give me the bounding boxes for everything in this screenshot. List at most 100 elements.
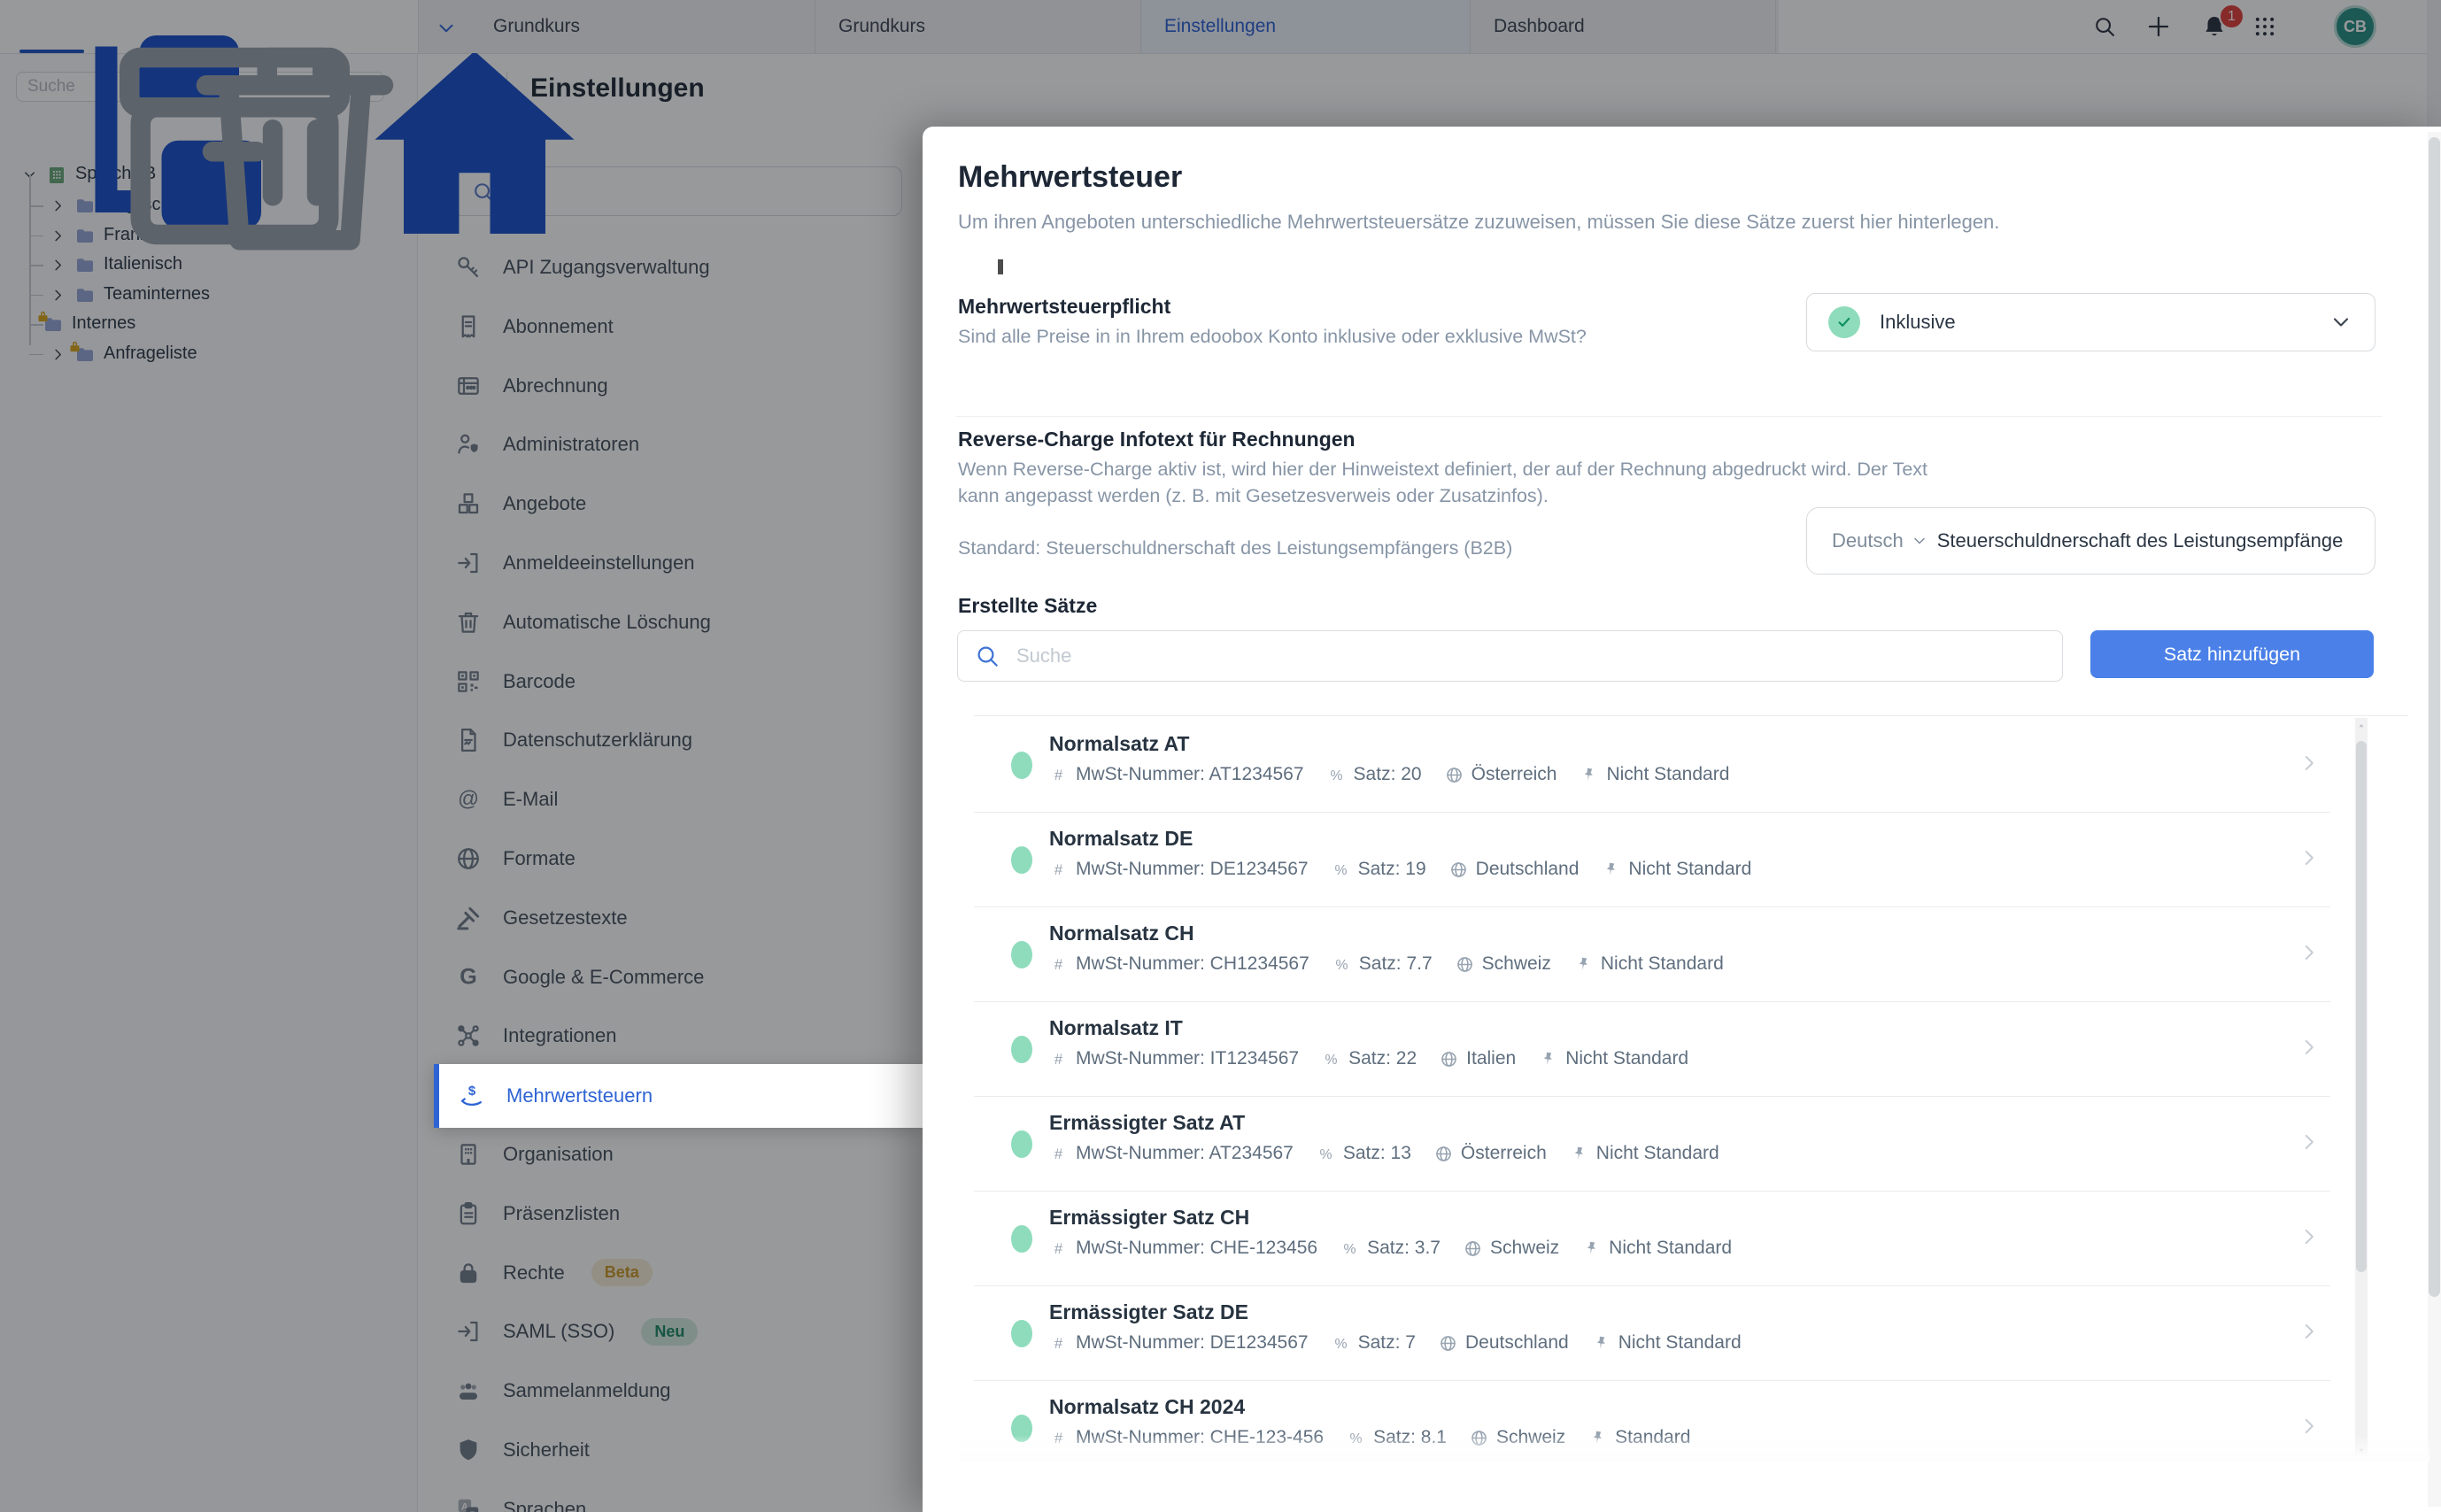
svg-text:%: % xyxy=(1334,1336,1347,1351)
sidebar-item-mehrwertsteuern-active[interactable]: $ Mehrwertsteuern xyxy=(434,1064,923,1128)
percent-icon: % xyxy=(1327,766,1346,784)
svg-text:#: # xyxy=(1054,860,1063,877)
active-item-indicator xyxy=(434,1064,439,1128)
rate-meta-text: Satz: 13 xyxy=(1343,1143,1411,1164)
pin-icon xyxy=(1582,1239,1601,1258)
chevron-right-icon[interactable] xyxy=(2298,941,2321,964)
rate-meta-text: Satz: 7 xyxy=(1358,1332,1416,1354)
globe-icon xyxy=(1445,766,1464,784)
reverse-charge-description: Wenn Reverse-Charge aktiv ist, wird hier… xyxy=(958,457,1950,509)
chevron-right-icon[interactable] xyxy=(2298,1130,2321,1153)
active-item-label: Mehrwertsteuern xyxy=(506,1084,653,1107)
rate-row-erm-ssigter-satz-at[interactable]: Ermässigter Satz AT # MwSt-Nummer: AT23456… xyxy=(974,1097,2408,1192)
svg-text:%: % xyxy=(1325,1052,1338,1067)
svg-text:#: # xyxy=(1054,1239,1063,1256)
vat-liability-heading: Mehrwertsteuerpflicht xyxy=(958,295,1170,319)
rate-row-erm-ssigter-satz-ch[interactable]: Ermässigter Satz CH#MwSt-Nummer: CHE-123… xyxy=(974,1192,2408,1286)
rate-meta-text: MwSt-Nummer: IT1234567 xyxy=(1076,1048,1299,1069)
svg-text:#: # xyxy=(1054,955,1063,972)
chevron-right-icon[interactable] xyxy=(2298,1036,2321,1059)
percent-icon: % xyxy=(1322,1050,1340,1068)
chevron-right-icon[interactable] xyxy=(2298,752,2321,775)
rate-meta-text: Nicht Standard xyxy=(1628,859,1751,880)
globe-icon xyxy=(1456,955,1474,974)
rate-meta: # MwSt-Nummer: IT1234567% Satz: 22 Italien N… xyxy=(1049,1048,1688,1069)
section-divider xyxy=(956,416,2382,417)
list-scrollbar-thumb[interactable] xyxy=(2356,741,2367,1272)
language-value: Deutsch xyxy=(1832,529,1904,552)
rate-meta-text: Satz: 7.7 xyxy=(1359,953,1433,975)
vat-settings-panel: Mehrwertsteuer Um ihren Angeboten unters… xyxy=(923,127,2441,1512)
language-selector[interactable]: Deutsch xyxy=(1832,529,1928,552)
pin-icon xyxy=(1574,955,1593,974)
rate-meta: # MwSt-Nummer: CH1234567% Satz: 7.7 Schweiz… xyxy=(1049,953,1724,975)
rate-meta-text: Italien xyxy=(1466,1048,1516,1069)
svg-text:%: % xyxy=(1344,1241,1356,1256)
globe-icon xyxy=(1440,1050,1458,1068)
scroll-up-icon[interactable] xyxy=(2356,721,2367,730)
rate-meta-text: MwSt-Nummer: AT1234567 xyxy=(1076,764,1304,785)
rate-meta-text: Österreich xyxy=(1472,764,1557,785)
vat-liability-value: Inklusive xyxy=(1880,311,2309,334)
rate-meta-text: Satz: 20 xyxy=(1354,764,1422,785)
rate-name: Normalsatz CH xyxy=(1049,922,1194,945)
pin-icon xyxy=(1539,1050,1557,1068)
rate-row-normalsatz-it[interactable]: Normalsatz IT # MwSt-Nummer: IT1234567% Sat… xyxy=(974,1002,2408,1097)
created-rates-heading: Erstellte Sätze xyxy=(958,594,1097,618)
reverse-charge-text-field[interactable]: Deutsch Steuerschuldnerschaft des Leistu… xyxy=(1806,507,2375,575)
percent-icon: % xyxy=(1332,1334,1350,1353)
rate-meta-text: MwSt-Nummer: CH1234567 xyxy=(1076,953,1309,975)
rate-meta: #MwSt-Nummer: DE1234567%Satz: 7Deutschla… xyxy=(1049,1332,1742,1354)
rate-row-erm-ssigter-satz-de[interactable]: Ermässigter Satz DE # MwSt-Nummer: DE12345… xyxy=(974,1286,2408,1381)
svg-text:#: # xyxy=(1054,766,1063,783)
rate-meta-text: Nicht Standard xyxy=(1565,1048,1688,1069)
svg-text:%: % xyxy=(1334,862,1347,877)
vat-liability-select[interactable]: Inklusive xyxy=(1806,293,2375,351)
pin-icon xyxy=(1592,1334,1611,1353)
svg-text:#: # xyxy=(1054,1334,1063,1351)
svg-text:%: % xyxy=(1330,768,1342,783)
rate-meta-text: Nicht Standard xyxy=(1601,953,1724,975)
pin-icon xyxy=(1602,860,1620,879)
rate-meta-text: Deutschland xyxy=(1476,859,1580,880)
rate-meta-text: MwSt-Nummer: DE1234567 xyxy=(1076,1332,1309,1354)
rate-meta-text: Satz: 19 xyxy=(1358,859,1426,880)
rate-row-normalsatz-at[interactable]: Normalsatz AT#MwSt-Nummer: AT1234567%Sat… xyxy=(974,718,2408,813)
rate-meta: #MwSt-Nummer: DE1234567%Satz: 19Deutschl… xyxy=(1049,859,1751,880)
add-rate-button[interactable]: Satz hinzufügen xyxy=(2090,630,2374,678)
rate-row-normalsatz-ch[interactable]: Normalsatz CH # MwSt-Nummer: CH1234567% Sat… xyxy=(974,907,2408,1002)
rate-meta-text: Satz: 22 xyxy=(1348,1048,1417,1069)
status-dot xyxy=(1011,1320,1032,1347)
hash-icon: # xyxy=(1049,860,1068,879)
text-cursor-artifact xyxy=(998,259,1003,274)
chevron-right-icon[interactable] xyxy=(2298,846,2321,869)
rate-name: Normalsatz IT xyxy=(1049,1016,1183,1040)
rate-name: Ermässigter Satz AT xyxy=(1049,1111,1245,1135)
chevron-right-icon[interactable] xyxy=(2298,1225,2321,1248)
rates-search-input[interactable] xyxy=(1015,644,2046,668)
rates-search[interactable] xyxy=(957,630,2063,682)
globe-icon xyxy=(1449,860,1468,879)
panel-scrollbar-thumb[interactable] xyxy=(2429,137,2440,1297)
hash-icon: # xyxy=(1049,1050,1068,1068)
rate-row-normalsatz-de[interactable]: Normalsatz DE#MwSt-Nummer: DE1234567%Sat… xyxy=(974,813,2408,907)
list-bottom-fade xyxy=(960,1435,2429,1462)
pin-icon xyxy=(1570,1145,1588,1163)
globe-icon xyxy=(1439,1334,1457,1353)
hash-icon: # xyxy=(1049,1145,1068,1163)
check-circle-icon xyxy=(1828,306,1860,338)
svg-text:#: # xyxy=(1054,1050,1063,1067)
status-dot xyxy=(1011,941,1032,968)
rate-meta: # MwSt-Nummer: AT1234567% Satz: 20 Österrei… xyxy=(1049,764,1729,785)
rate-name: Ermässigter Satz DE xyxy=(1049,1300,1248,1324)
status-dot xyxy=(1011,752,1032,779)
percent-icon: % xyxy=(1333,955,1351,974)
percent-icon: % xyxy=(1317,1145,1335,1163)
status-dot xyxy=(1011,1225,1032,1253)
rate-meta-text: Österreich xyxy=(1461,1143,1547,1164)
chevron-right-icon[interactable] xyxy=(2298,1320,2321,1343)
rate-meta-text: MwSt-Nummer: AT234567 xyxy=(1076,1143,1294,1164)
rate-meta-text: Schweiz xyxy=(1482,953,1551,975)
svg-text:%: % xyxy=(1319,1146,1332,1161)
chevron-down-icon xyxy=(2329,310,2353,335)
